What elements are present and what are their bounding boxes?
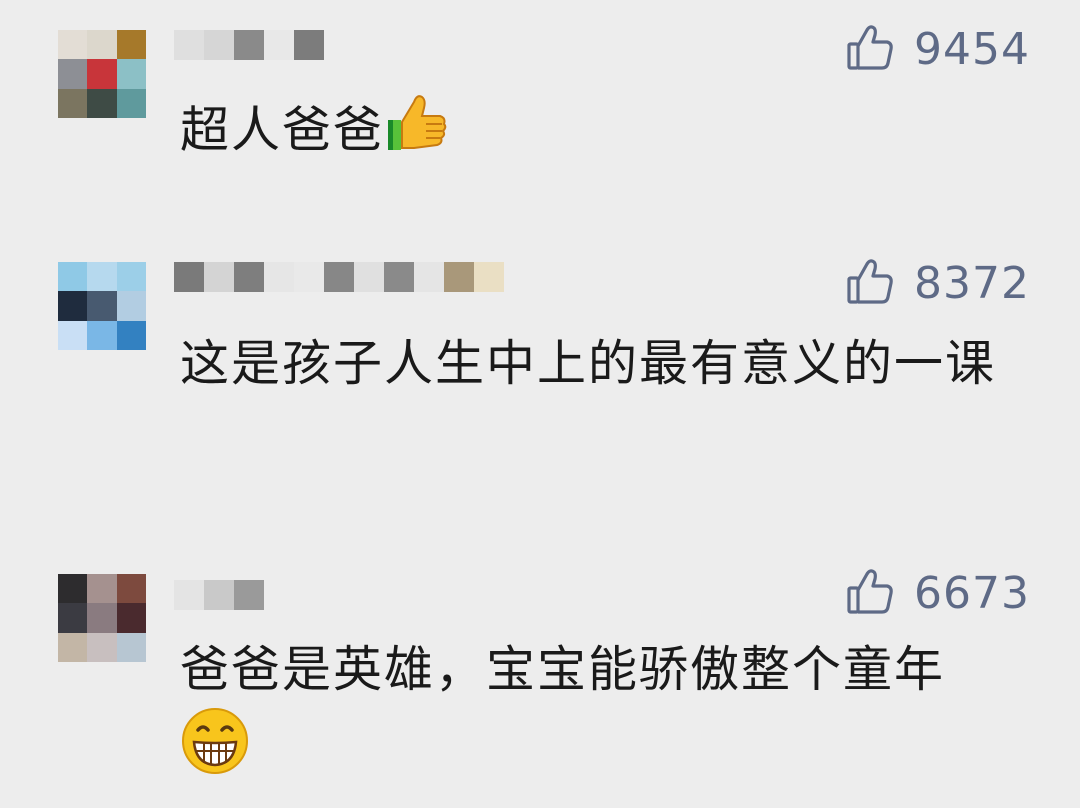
avatar[interactable] (58, 30, 146, 118)
thumbs-up-outline-icon (846, 22, 896, 76)
avatar-pixel (58, 632, 88, 662)
username-blurred[interactable] (174, 30, 324, 60)
username-pixel (294, 30, 324, 60)
like-button[interactable]: 6673 (846, 566, 1030, 620)
avatar-pixel (116, 632, 146, 662)
avatar[interactable] (58, 262, 146, 350)
avatar-pixel (87, 262, 117, 292)
avatar-pixel (87, 632, 117, 662)
avatar-pixel (116, 320, 146, 350)
like-button[interactable]: 9454 (846, 22, 1030, 76)
avatar-pixel (116, 262, 146, 292)
username-pixel (174, 30, 204, 60)
avatar-pixel (116, 603, 146, 633)
avatar-pixel (58, 574, 88, 604)
comment-text-content: 超人爸爸 (180, 101, 385, 159)
avatar-pixel (58, 88, 88, 118)
like-count: 6673 (914, 567, 1030, 619)
avatar-pixel (116, 59, 146, 89)
username-pixel (474, 262, 504, 292)
username-pixel (174, 262, 204, 292)
comment-text: 这是孩子人生中上的最有意义的一课 (180, 328, 1030, 400)
username-pixel (384, 262, 414, 292)
avatar-pixel (58, 320, 88, 350)
thumbs-up-outline-icon (846, 566, 896, 620)
avatar-pixel (87, 574, 117, 604)
username-pixel (264, 30, 294, 60)
username-blurred[interactable] (174, 262, 504, 292)
username-pixel (234, 262, 264, 292)
avatar-pixel (87, 88, 117, 118)
username-pixel (234, 580, 264, 610)
thumbs-up-outline-icon (846, 256, 896, 310)
avatar-pixel (58, 291, 88, 321)
username-pixel (204, 580, 234, 610)
avatar-pixel (87, 59, 117, 89)
avatar-pixel (87, 603, 117, 633)
avatar-pixel (58, 59, 88, 89)
username-pixel (204, 262, 234, 292)
avatar-pixel (58, 603, 88, 633)
comment-text-content: 爸爸是英雄，宝宝能骄傲整个童年 (180, 641, 946, 698)
username-pixel (294, 262, 324, 292)
username-pixel (444, 262, 474, 292)
username-pixel (324, 262, 354, 292)
like-count: 9454 (914, 23, 1030, 75)
comment-text-content: 这是孩子人生中上的最有意义的一课 (180, 335, 997, 392)
username-blurred[interactable] (174, 580, 264, 610)
avatar-pixel (87, 291, 117, 321)
avatar-pixel (116, 574, 146, 604)
username-pixel (414, 262, 444, 292)
like-button[interactable]: 8372 (846, 256, 1030, 310)
comment-text: 爸爸是英雄，宝宝能骄傲整个童年 (180, 634, 1030, 796)
username-pixel (354, 262, 384, 292)
avatar-pixel (116, 30, 146, 60)
username-pixel (234, 30, 264, 60)
avatar-pixel (58, 262, 88, 292)
avatar-pixel (116, 291, 146, 321)
avatar[interactable] (58, 574, 146, 662)
grinning-face-icon (180, 706, 250, 796)
username-pixel (264, 262, 294, 292)
username-pixel (174, 580, 204, 610)
thumbs-up-icon (384, 90, 450, 176)
avatar-pixel (87, 320, 117, 350)
avatar-pixel (116, 88, 146, 118)
avatar-pixel (87, 30, 117, 60)
avatar-pixel (58, 30, 88, 60)
comment-text: 超人爸爸 (180, 90, 1030, 176)
username-pixel (204, 30, 234, 60)
like-count: 8372 (914, 257, 1030, 309)
